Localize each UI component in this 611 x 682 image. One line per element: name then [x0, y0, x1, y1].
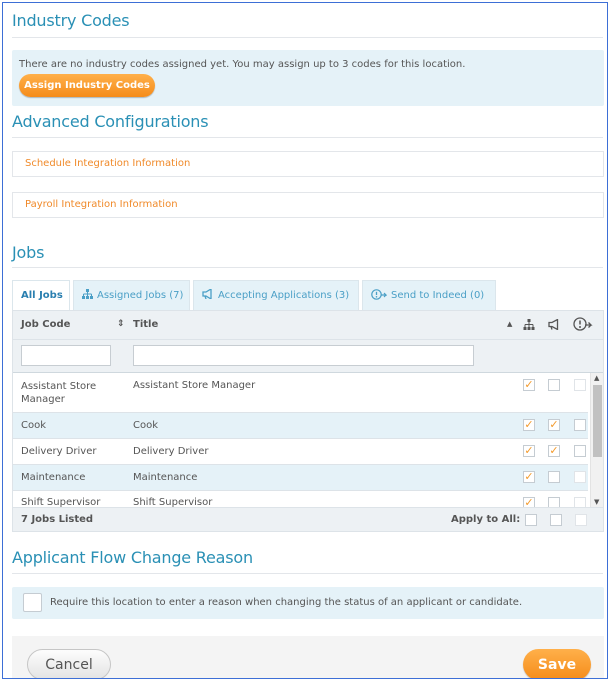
tab-label: All Jobs	[21, 290, 63, 301]
job-title-cell: Shift Supervisor	[133, 497, 213, 507]
rows-scrollbar[interactable]: ▲ ▼	[590, 373, 603, 507]
assigned-checkbox[interactable]: ✓	[523, 471, 535, 483]
indeed-checkbox[interactable]	[574, 419, 586, 431]
assigned-checkbox[interactable]: ✓	[523, 379, 535, 391]
accepting-checkbox[interactable]: ✓	[548, 445, 560, 457]
table-row[interactable]: Shift Supervisor Shift Supervisor ✓	[13, 491, 588, 507]
accepting-checkbox[interactable]: ✓	[548, 419, 560, 431]
tab-all-jobs[interactable]: All Jobs	[12, 280, 70, 310]
assigned-checkbox[interactable]: ✓	[523, 497, 535, 507]
grid-footer: 7 Jobs Listed Apply to All:	[13, 507, 603, 531]
apply-all-accepting-checkbox[interactable]	[550, 514, 562, 526]
jobs-title: Jobs	[12, 243, 45, 262]
jobs-count: 7 Jobs Listed	[21, 514, 94, 525]
tab-assigned-jobs[interactable]: Assigned Jobs (7)	[73, 280, 190, 310]
applicant-flow-option: Require this location to enter a reason …	[12, 587, 604, 619]
tab-label: Send to Indeed (0)	[391, 290, 485, 301]
require-reason-label: Require this location to enter a reason …	[50, 597, 523, 608]
industry-codes-notice: There are no industry codes assigned yet…	[12, 50, 604, 106]
tab-send-to-indeed[interactable]: Send to Indeed (0)	[362, 280, 496, 310]
job-code-cell: Maintenance	[21, 472, 86, 483]
assign-industry-codes-button[interactable]: Assign Industry Codes	[19, 74, 155, 97]
table-row[interactable]: Assistant Store Manager Assistant Store …	[13, 373, 588, 413]
sort-ascending-icon[interactable]: ▲	[507, 320, 512, 328]
require-reason-checkbox[interactable]	[23, 593, 42, 612]
jobs-tabs: All Jobs Assigned Jobs (7) Accepting App…	[12, 280, 604, 310]
indeed-checkbox[interactable]	[574, 445, 586, 457]
sort-icon[interactable]: ⇕	[117, 319, 125, 329]
scrollbar-thumb[interactable]	[593, 385, 602, 457]
divider	[12, 267, 603, 268]
column-header-title[interactable]: Title	[133, 319, 158, 330]
table-row[interactable]: Delivery Driver Delivery Driver ✓ ✓	[13, 439, 588, 465]
org-chart-icon	[523, 319, 535, 333]
megaphone-icon	[202, 287, 214, 302]
job-code-cell: Assistant Store Manager	[21, 381, 97, 405]
assigned-checkbox[interactable]: ✓	[523, 419, 535, 431]
job-code-cell: Cook	[21, 420, 47, 431]
payroll-integration-link[interactable]: Payroll Integration Information	[25, 199, 178, 210]
apply-to-all-label: Apply to All:	[451, 514, 521, 525]
schedule-integration-link-box[interactable]: Schedule Integration Information	[12, 151, 604, 177]
payroll-integration-link-box[interactable]: Payroll Integration Information	[12, 192, 604, 218]
table-row[interactable]: Maintenance Maintenance ✓	[13, 465, 588, 491]
grid-header: Job Code ⇕ Title ▲	[13, 311, 603, 340]
accepting-checkbox[interactable]	[548, 471, 560, 483]
location-settings-panel: Industry Codes There are no industry cod…	[2, 2, 608, 679]
org-chart-icon	[82, 289, 93, 302]
indeed-checkbox	[574, 497, 586, 507]
jobs-grid: Job Code ⇕ Title ▲ Assistant Store Manag…	[12, 310, 604, 532]
indeed-send-icon	[573, 317, 593, 334]
advanced-configurations-title: Advanced Configurations	[12, 112, 209, 131]
industry-codes-title: Industry Codes	[12, 11, 130, 30]
job-code-filter-input[interactable]	[21, 345, 111, 366]
apply-all-indeed-checkbox	[575, 514, 587, 526]
scroll-down-arrow-icon[interactable]: ▼	[594, 498, 599, 506]
tab-accepting-applications[interactable]: Accepting Applications (3)	[193, 280, 359, 310]
divider	[12, 37, 603, 38]
divider	[12, 137, 603, 138]
tab-label: Assigned Jobs (7)	[97, 290, 184, 301]
assigned-checkbox[interactable]: ✓	[523, 445, 535, 457]
table-row[interactable]: Cook Cook ✓ ✓	[13, 413, 588, 439]
accepting-checkbox[interactable]	[548, 379, 560, 391]
jobs-rows: Assistant Store Manager Assistant Store …	[13, 373, 588, 507]
megaphone-icon	[548, 318, 561, 333]
title-filter-input[interactable]	[133, 345, 474, 366]
filter-row	[13, 340, 603, 373]
job-code-cell: Shift Supervisor	[21, 497, 101, 507]
divider	[12, 573, 603, 574]
column-header-job-code[interactable]: Job Code	[21, 319, 70, 330]
job-title-cell: Cook	[133, 420, 159, 431]
job-code-cell: Delivery Driver	[21, 446, 97, 457]
apply-all-assigned-checkbox[interactable]	[525, 514, 537, 526]
cancel-button[interactable]: Cancel	[27, 649, 111, 678]
save-button[interactable]: Save	[523, 649, 591, 678]
applicant-flow-title: Applicant Flow Change Reason	[12, 548, 253, 567]
indeed-checkbox	[574, 471, 586, 483]
scroll-up-arrow-icon[interactable]: ▲	[594, 374, 599, 382]
industry-codes-notice-text: There are no industry codes assigned yet…	[19, 59, 466, 70]
job-title-cell: Maintenance	[133, 472, 198, 483]
indeed-checkbox	[574, 379, 586, 391]
form-footer: Cancel Save	[12, 636, 604, 678]
accepting-checkbox[interactable]	[548, 497, 560, 507]
job-title-cell: Assistant Store Manager	[133, 380, 256, 391]
schedule-integration-link[interactable]: Schedule Integration Information	[25, 158, 190, 169]
indeed-send-icon	[371, 288, 388, 303]
job-title-cell: Delivery Driver	[133, 446, 209, 457]
tab-label: Accepting Applications (3)	[218, 290, 350, 301]
